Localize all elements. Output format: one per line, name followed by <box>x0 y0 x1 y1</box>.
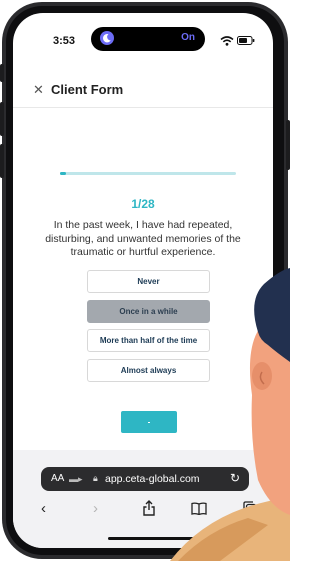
option-more-than-half[interactable]: More than half of the time <box>87 329 210 352</box>
battery-icon <box>237 36 255 45</box>
progress-bar <box>60 172 236 175</box>
next-button-label <box>148 422 150 423</box>
silent-switch <box>0 64 4 82</box>
question-text: In the past week, I have had repeated, d… <box>45 219 241 258</box>
close-icon[interactable]: ✕ <box>33 83 44 96</box>
lock-icon: 🔒︎ <box>93 473 98 483</box>
progress-fill <box>60 172 67 175</box>
browser-chrome <box>13 450 273 548</box>
focus-status: On <box>181 32 195 43</box>
extension-icon[interactable]: ▬▸ <box>69 474 83 485</box>
status-time: 3:53 <box>53 35 76 47</box>
forward-icon[interactable]: › <box>93 501 98 516</box>
tabs-icon[interactable] <box>243 501 257 515</box>
address-bar[interactable]: AA ▬▸ 🔒︎ app.ceta-global.com ↻ <box>41 467 249 491</box>
option-never[interactable]: Never <box>87 270 210 293</box>
text-size-button[interactable]: AA <box>51 473 64 484</box>
back-icon[interactable]: ‹ <box>41 501 46 516</box>
home-indicator <box>108 537 198 540</box>
share-icon[interactable] <box>142 500 156 516</box>
question-counter: 1/28 <box>131 197 155 211</box>
moon-icon <box>100 31 114 45</box>
phone-screen: 3:53 On ✕ Client Form 1/28 In the past w… <box>13 13 273 548</box>
power-button <box>286 120 290 170</box>
volume-down-button <box>0 144 4 178</box>
reload-icon[interactable]: ↻ <box>230 471 240 485</box>
wifi-icon <box>220 36 234 46</box>
url-text[interactable]: app.ceta-global.com <box>105 473 200 485</box>
dynamic-island: On <box>91 27 205 51</box>
volume-up-button <box>0 102 4 136</box>
option-almost-always[interactable]: Almost always <box>87 359 210 382</box>
page-title: Client Form <box>51 82 124 97</box>
option-once-in-a-while[interactable]: Once in a while <box>87 300 210 323</box>
next-button[interactable] <box>121 411 177 433</box>
form-header: ✕ Client Form <box>13 69 273 108</box>
bookmarks-icon[interactable] <box>191 502 207 515</box>
